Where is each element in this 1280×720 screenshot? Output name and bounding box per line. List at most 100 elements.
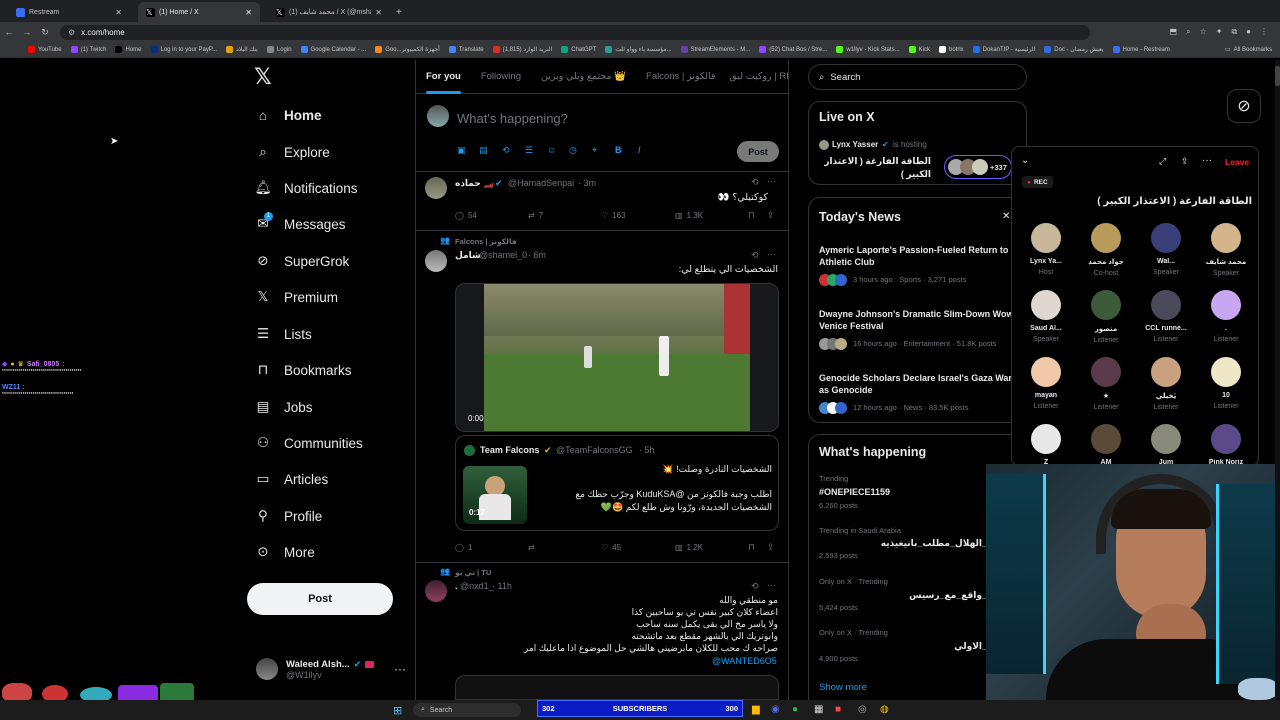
more-icon[interactable]: ··· (767, 176, 776, 186)
bookmark-item[interactable]: Translate (448, 46, 484, 53)
bookmark-item[interactable]: DokanTIP - الرئيسية (972, 46, 1035, 53)
bold-icon[interactable]: B (615, 145, 622, 155)
reply-button[interactable]: ◯ 54 (455, 211, 477, 220)
search-input[interactable]: ⌕ Search (808, 64, 1027, 90)
close-icon[interactable]: ✕ (375, 8, 382, 17)
reply-button[interactable]: ◯ 1 (455, 543, 472, 552)
tab-community-falcons[interactable]: Falcons | فالكونز (636, 60, 725, 94)
views-button[interactable]: ▥ 1.3K (675, 211, 703, 220)
share-icon[interactable]: ⇪ (767, 210, 775, 221)
poll-icon[interactable]: ☰ (525, 145, 533, 156)
space-participant[interactable]: يَخيلي Listener (1138, 357, 1194, 411)
tweet-author-handle[interactable]: @HamadSenpai (508, 178, 574, 188)
sidebar-item-bookmarks[interactable]: ⊓ Bookmarks (255, 359, 352, 381)
space-participant[interactable]: Saud Al... Speaker (1018, 290, 1074, 343)
puzzle-icon[interactable]: ⧉ (1231, 27, 1237, 37)
mention-link[interactable]: @WANTED6O5 (712, 656, 777, 666)
compose-input[interactable]: What's happening? (457, 111, 568, 126)
bookmark-item[interactable]: Home - Restream (1112, 46, 1170, 53)
sidebar-item-jobs[interactable]: ▤ Jobs (255, 396, 313, 418)
new-tab-button[interactable]: + (396, 2, 402, 22)
tweet-time[interactable]: · 11h (492, 581, 512, 591)
extension-icon[interactable]: ✦ (1216, 27, 1223, 37)
gif-icon[interactable]: ▤ (479, 145, 488, 156)
chrome-icon[interactable]: ◍ (880, 704, 889, 715)
bookmark-item[interactable]: البريد الوارد (1,815) (492, 46, 552, 53)
x-logo-icon[interactable]: 𝕏 (254, 66, 274, 88)
avatar[interactable] (425, 250, 447, 272)
live-host-name[interactable]: Lynx Yasser (832, 140, 878, 149)
more-icon[interactable]: ··· (394, 662, 406, 676)
menu-icon[interactable]: ⋮ (1260, 27, 1268, 37)
bookmark-item[interactable]: w1llyv - Kick Stats... (836, 46, 900, 53)
like-button[interactable]: ♡ 163 (601, 211, 626, 220)
grok-icon[interactable]: ⟲ (502, 145, 510, 156)
sidebar-item-supergrok[interactable]: ⊘ SuperGrok (255, 250, 349, 272)
space-participant[interactable]: جواد محمد Co-host (1078, 223, 1134, 277)
site-info-icon[interactable]: ⚙ (68, 28, 75, 37)
tweet-author-name[interactable]: شامل (455, 250, 481, 261)
space-participant[interactable]: Lynx Ya... Host (1018, 223, 1074, 276)
back-icon[interactable]: ← (0, 27, 18, 37)
grok-icon[interactable]: ⟲ (751, 581, 759, 592)
live-avatars[interactable]: +337 (944, 155, 1012, 179)
bookmark-item[interactable]: Kick (908, 46, 930, 53)
page-scrollbar[interactable] (1275, 60, 1280, 700)
space-participant[interactable]: 10 Listener (1198, 357, 1254, 410)
install-icon[interactable]: ⬒ (1170, 27, 1178, 37)
grok-floating-button[interactable]: ⊘ (1227, 89, 1261, 123)
bookmark-item[interactable]: Goo...أجهزة الكمبيوتر (375, 46, 440, 53)
space-participant[interactable]: ★ Listener (1078, 357, 1134, 411)
quote-author-handle[interactable]: @TeamFalconsGG (556, 445, 633, 455)
italic-icon[interactable]: I (638, 145, 641, 155)
sidebar-item-premium[interactable]: 𝕏 Premium (255, 286, 338, 308)
forward-icon[interactable]: → (18, 27, 36, 37)
sidebar-item-lists[interactable]: ☰ Lists (255, 323, 312, 345)
app-icon[interactable]: ◉ (771, 704, 780, 715)
views-button[interactable]: ▥ 1.2K (675, 543, 703, 552)
post-button[interactable]: Post (247, 583, 393, 615)
taskbar-search[interactable]: ⌕ Search (413, 703, 521, 717)
like-button[interactable]: ♡ 45 (601, 543, 621, 552)
bookmark-item[interactable]: مؤسسة باء وواو للت... (605, 46, 672, 53)
space-participant[interactable]: CCL runne... Listener (1138, 290, 1194, 343)
scrollbar-thumb[interactable] (1275, 66, 1280, 86)
tweet-author-handle[interactable]: @nxd1_ (460, 581, 494, 591)
compose-post-button[interactable]: Post (737, 141, 779, 162)
sidebar-item-profile[interactable]: ⚲ Profile (255, 505, 322, 527)
location-icon[interactable]: ⌖ (592, 145, 597, 156)
browser-tab-restream[interactable]: Restream ✕ (8, 2, 130, 22)
image-icon[interactable]: ▣ (457, 145, 466, 156)
quote-author-name[interactable]: Team Falcons (480, 445, 539, 455)
show-more-link[interactable]: Show more (819, 682, 867, 693)
profile-icon[interactable]: ● (1246, 27, 1251, 37)
close-icon[interactable]: ✕ (1002, 211, 1010, 222)
community-label[interactable]: تي يو | TU (455, 568, 491, 577)
bookmark-item[interactable]: YouTube (28, 46, 62, 53)
close-icon[interactable]: ✕ (245, 8, 252, 17)
url-input[interactable]: ⚙ x.com/home (60, 24, 1090, 40)
app-icon[interactable]: ▆ (752, 704, 760, 715)
collapse-icon[interactable]: ⌄ (1021, 155, 1029, 166)
repost-button[interactable]: ⇄ 7 (528, 211, 543, 220)
space-participant[interactable]: محمد شايف Speaker (1198, 223, 1254, 277)
tab-community-rl[interactable]: روكيت ليق | RL (725, 60, 788, 94)
tweet-author-name[interactable]: . (455, 581, 458, 591)
grok-icon[interactable]: ⟲ (751, 177, 759, 188)
grok-icon[interactable]: ⟲ (751, 250, 759, 261)
browser-tab-home-x[interactable]: 𝕏 (1) Home / X ✕ (138, 2, 260, 22)
bookmark-item[interactable]: Google Calendar - ... (300, 46, 366, 53)
app-icon[interactable]: ◎ (858, 704, 867, 715)
video-player[interactable]: 0:00 (455, 283, 779, 432)
bookmark-item[interactable]: botrix (939, 46, 964, 53)
tweet-time[interactable]: · 3m (578, 178, 596, 188)
sidebar-item-explore[interactable]: ⌕ Explore (255, 141, 330, 163)
bookmark-item[interactable]: Doc - يعيش رمضان (1044, 46, 1104, 53)
windows-icon[interactable]: ⊞ (393, 704, 402, 717)
schedule-icon[interactable]: ◷ (569, 145, 577, 156)
avatar[interactable] (425, 177, 447, 199)
reload-icon[interactable]: ↻ (36, 27, 54, 38)
app-icon[interactable]: ■ (835, 704, 841, 715)
space-participant[interactable]: mayan Listener (1018, 357, 1074, 410)
emoji-icon[interactable]: ☺ (547, 145, 556, 155)
